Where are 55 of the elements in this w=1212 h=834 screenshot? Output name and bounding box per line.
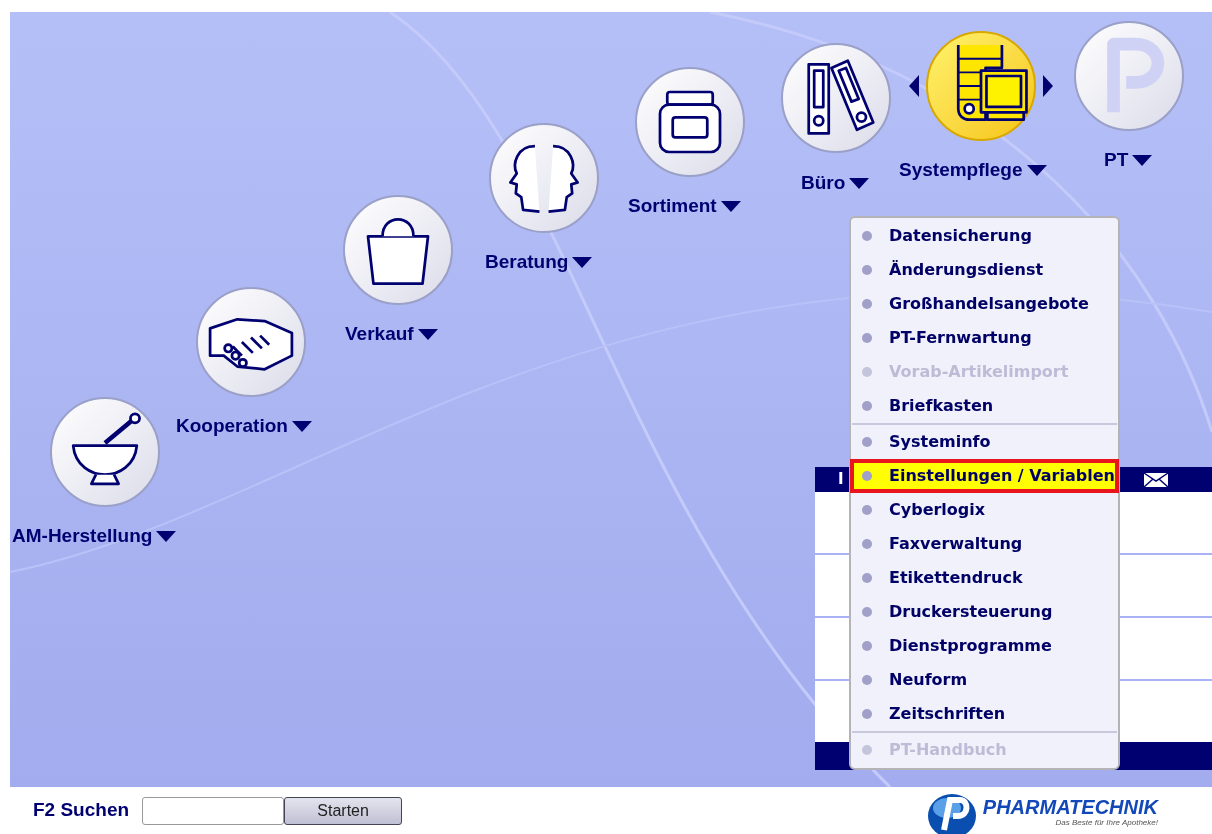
bullet-icon bbox=[862, 539, 872, 549]
menu-item[interactable]: Briefkasten bbox=[850, 389, 1119, 423]
menu-item[interactable]: Etikettendruck bbox=[850, 561, 1119, 595]
bullet-icon bbox=[862, 401, 872, 411]
nav-label[interactable]: PT bbox=[1104, 146, 1153, 175]
menu-item[interactable]: Zeitschriften bbox=[850, 697, 1119, 731]
nav-label[interactable]: Verkauf bbox=[345, 320, 438, 349]
bullet-icon bbox=[862, 437, 872, 447]
menu-item[interactable]: Dienstprogramme bbox=[850, 629, 1119, 663]
menu-item[interactable]: PT-Fernwartung bbox=[850, 321, 1119, 355]
bullet-icon bbox=[862, 265, 872, 275]
menu-item[interactable]: Faxverwaltung bbox=[850, 527, 1119, 561]
nav-label[interactable]: AM-Herstellung bbox=[12, 522, 177, 551]
bullet-icon bbox=[862, 573, 872, 583]
right-arrow-icon[interactable] bbox=[1043, 75, 1053, 97]
bullet-icon bbox=[862, 333, 872, 343]
nav-label[interactable]: Beratung bbox=[485, 248, 593, 277]
bullet-icon bbox=[862, 505, 872, 515]
menu-item[interactable]: Druckersteuerung bbox=[850, 595, 1119, 629]
bullet-icon bbox=[862, 299, 872, 309]
start-button[interactable]: Starten bbox=[284, 796, 403, 825]
menu-item[interactable]: Neuform bbox=[850, 663, 1119, 697]
left-arrow-icon[interactable] bbox=[909, 75, 919, 97]
search-label: F2 Suchen bbox=[33, 798, 130, 823]
brand-name: PHARMATECHNIK bbox=[982, 796, 1158, 818]
bullet-icon bbox=[862, 675, 872, 685]
bullet-icon bbox=[862, 367, 872, 377]
caret-icon bbox=[572, 256, 593, 268]
bullet-icon bbox=[862, 607, 872, 617]
nav-label[interactable]: Kooperation bbox=[176, 412, 312, 441]
nav-label[interactable]: Büro bbox=[801, 169, 870, 198]
nav-label[interactable]: Systempflege bbox=[899, 156, 1047, 185]
caret-icon bbox=[720, 200, 741, 212]
column-header: I bbox=[838, 469, 844, 491]
bullet-icon bbox=[862, 745, 872, 755]
caret-icon bbox=[1132, 154, 1153, 166]
menu-item[interactable]: Großhandelsangebote bbox=[850, 287, 1119, 321]
bullet-icon bbox=[862, 709, 872, 719]
caret-icon bbox=[417, 328, 438, 340]
envelope-icon bbox=[1143, 471, 1169, 488]
bullet-icon bbox=[862, 641, 872, 651]
caret-icon bbox=[156, 530, 177, 542]
caret-icon bbox=[291, 420, 312, 432]
menu-item[interactable]: Cyberlogix bbox=[850, 493, 1119, 527]
menu-item[interactable]: Datensicherung bbox=[850, 219, 1119, 253]
menu-item[interactable]: Systeminfo bbox=[850, 425, 1119, 459]
menu-item[interactable]: Änderungsdienst bbox=[850, 253, 1119, 287]
menu-item[interactable]: Einstellungen / Variablen bbox=[850, 459, 1119, 493]
search-field[interactable] bbox=[142, 796, 285, 825]
bullet-icon bbox=[862, 471, 872, 481]
bullet-icon bbox=[862, 231, 872, 241]
caret-icon bbox=[849, 177, 870, 189]
nav-label[interactable]: Sortiment bbox=[628, 192, 741, 221]
caret-icon bbox=[1026, 164, 1047, 176]
brand-tagline: Das Beste für Ihre Apotheke! bbox=[1055, 818, 1158, 828]
